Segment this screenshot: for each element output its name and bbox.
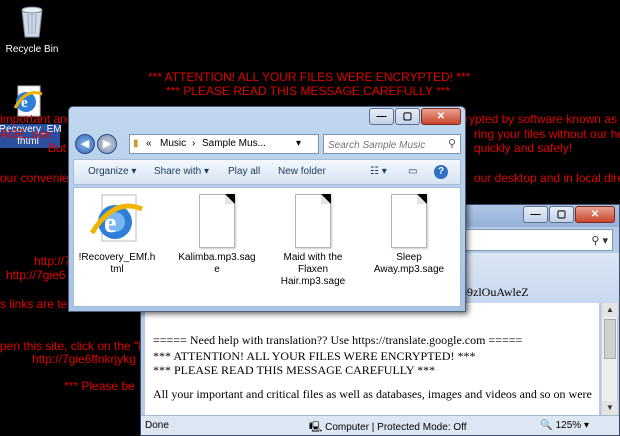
search-box[interactable]: ⚲ <box>323 134 461 154</box>
security-zone[interactable]: 🖳 Computer | Protected Mode: Off <box>309 420 467 436</box>
document-icon <box>391 194 427 248</box>
zoom-level: 125% <box>555 420 582 431</box>
zoom-control[interactable]: 🔍 125% ▾ <box>540 420 589 431</box>
search-dropdown-icon[interactable]: ⚲ ▾ <box>591 234 608 247</box>
caption-buttons: — ▢ ✕ <box>368 108 461 125</box>
scroll-down-icon[interactable]: ▼ <box>602 401 618 415</box>
breadcrumb-separator[interactable]: › <box>192 138 195 149</box>
ransom-line: *** Please be <box>64 379 135 393</box>
ransom-line: quickly and safely! <box>474 141 573 155</box>
zone-text: Computer | Protected Mode: Off <box>325 422 467 433</box>
partial-ransom-id: b9zlOuAwleZ <box>461 285 529 299</box>
folder-icon: ▮ <box>133 138 139 149</box>
navigation-bar: ◀ ▶ ▮ « Music › Sample Mus... ▾ ⚲ <box>75 133 461 155</box>
search-icon[interactable]: ⚲ <box>448 137 456 150</box>
command-bar: Organize ▾ Share with ▾ Play all New fol… <box>73 159 461 185</box>
help-icon[interactable]: ? <box>434 165 448 179</box>
recycle-bin-icon <box>21 6 43 38</box>
close-button[interactable]: ✕ <box>421 108 461 125</box>
html-file-icon: e <box>89 194 143 242</box>
ransom-note-line: *** PLEASE READ THIS MESSAGE CAREFULLY *… <box>153 363 436 377</box>
zoom-icon: 🔍 <box>540 420 553 431</box>
recycle-bin-shortcut[interactable]: Recycle Bin <box>0 4 64 56</box>
breadcrumb-music[interactable]: Music <box>160 138 186 149</box>
ransom-line: http://7gie6ffnkrjykg <box>32 352 136 366</box>
breadcrumb-overflow[interactable]: « <box>146 138 152 149</box>
file-item[interactable]: e !Recovery_EMf.html <box>78 194 156 276</box>
back-button[interactable]: ◀ <box>75 134 95 154</box>
organize-button[interactable]: Organize ▾ <box>88 166 136 177</box>
ransom-line: *** ATTENTION! ALL YOUR FILES WERE ENCRY… <box>148 70 471 84</box>
ransom-line: our convenie <box>0 171 69 185</box>
file-name: Kalimba.mp3.sage <box>178 252 256 275</box>
status-text: Done <box>145 420 169 431</box>
svg-text:e: e <box>104 208 116 239</box>
ie-page-content: ===== Need help with translation?? Use h… <box>145 303 599 415</box>
ransom-line: http://7gie6 <box>6 268 66 282</box>
scroll-thumb[interactable] <box>604 319 616 359</box>
ransom-line: s links are te <box>0 297 68 311</box>
minimize-button[interactable]: — <box>523 206 548 223</box>
file-name: !Recovery_EMf.html <box>78 252 156 275</box>
preview-pane-icon[interactable]: ▭ <box>408 166 417 177</box>
explorer-window[interactable]: — ▢ ✕ ◀ ▶ ▮ « Music › Sample Mus... ▾ ⚲ … <box>68 106 466 312</box>
close-button[interactable]: ✕ <box>575 206 615 223</box>
share-with-button[interactable]: Share with ▾ <box>154 166 209 177</box>
file-item[interactable]: Sleep Away.mp3.sage <box>370 194 448 276</box>
ransom-line: AGE, use <box>0 127 52 141</box>
minimize-button[interactable]: — <box>369 108 394 125</box>
play-all-button[interactable]: Play all <box>228 166 260 177</box>
breadcrumb-sample-music[interactable]: Sample Mus... <box>202 138 266 149</box>
ransom-note-line: All your important and critical files as… <box>153 387 592 401</box>
file-item[interactable]: Maid with the Flaxen Hair.mp3.sage <box>274 194 352 288</box>
ransom-note-line: ===== Need help with translation?? Use h… <box>153 333 523 347</box>
recycle-bin-label: Recycle Bin <box>5 44 59 55</box>
document-icon <box>295 194 331 248</box>
ransom-line: pen this site, click on the "li <box>0 339 144 353</box>
scroll-up-icon[interactable]: ▲ <box>602 303 618 317</box>
maximize-button[interactable]: ▢ <box>395 108 420 125</box>
address-dropdown-icon[interactable]: ▾ <box>296 138 301 149</box>
vertical-scrollbar[interactable]: ▲ ▼ <box>601 303 618 415</box>
forward-button[interactable]: ▶ <box>97 134 117 154</box>
new-folder-button[interactable]: New folder <box>278 166 326 177</box>
file-name: Maid with the Flaxen Hair.mp3.sage <box>280 252 346 287</box>
ie-status-bar: Done 🖳 Computer | Protected Mode: Off 🔍 … <box>141 415 619 435</box>
ransom-line: *** PLEASE READ THIS MESSAGE CAREFULLY *… <box>166 84 451 98</box>
file-item[interactable]: Kalimba.mp3.sage <box>178 194 256 276</box>
document-icon <box>199 194 235 248</box>
file-list: e !Recovery_EMf.html Kalimba.mp3.sage Ma… <box>73 187 461 307</box>
change-view-icon[interactable]: ☷ ▾ <box>370 166 387 177</box>
ransom-note-line: *** ATTENTION! ALL YOUR FILES WERE ENCRY… <box>153 349 476 363</box>
maximize-button[interactable]: ▢ <box>549 206 574 223</box>
file-name: Sleep Away.mp3.sage <box>373 252 445 275</box>
address-bar[interactable]: ▮ « Music › Sample Mus... ▾ <box>129 134 319 154</box>
search-input[interactable] <box>328 137 446 154</box>
ransom-line: ring your files without our help <box>474 127 620 141</box>
ransom-line: our desktop and in local direct <box>474 171 620 185</box>
svg-text:e: e <box>21 95 28 111</box>
computer-icon: 🖳 <box>309 422 323 433</box>
